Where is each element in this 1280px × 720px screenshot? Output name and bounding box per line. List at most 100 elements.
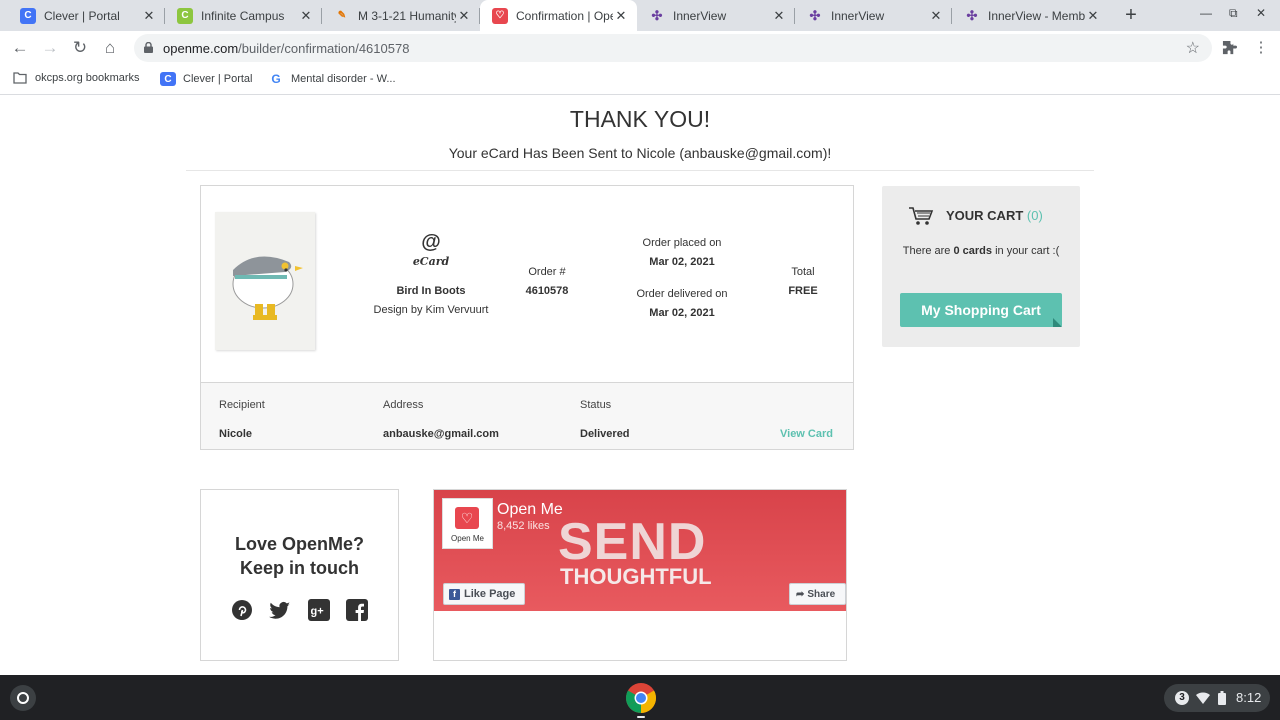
tab-innerview-2[interactable]: ✣ InnerView ✕: [795, 0, 952, 31]
card-type-label: eCard: [412, 255, 450, 268]
ecard-symbol: @: [421, 231, 441, 253]
tab-title: M 3-1-21 Humanity: [358, 8, 456, 23]
heart-icon: ♡: [455, 507, 479, 529]
tab-title: InnerView: [673, 8, 727, 23]
placed-label: Order placed on: [642, 237, 722, 249]
total-label: Total: [791, 266, 815, 278]
bookmark-mental-disorder[interactable]: G Mental disorder - W...: [268, 72, 396, 86]
twitter-icon[interactable]: [269, 599, 291, 621]
active-app-indicator: [637, 716, 645, 718]
launcher-button[interactable]: [10, 685, 36, 711]
sent-message: Your eCard Has Been Sent to Nicole (anba…: [448, 145, 832, 161]
page-content: THANK YOU! Your eCard Has Been Sent to N…: [0, 96, 1280, 675]
svg-text:g+: g+: [311, 606, 324, 618]
order-recipient-row: Recipient Address Status Nicole anbauske…: [201, 382, 853, 449]
close-icon[interactable]: ✕: [928, 8, 944, 24]
url-path: /builder/confirmation/4610578: [238, 41, 410, 56]
reload-icon[interactable]: ↻: [69, 37, 91, 59]
address-label: Address: [383, 399, 424, 411]
address-value: anbauske@gmail.com: [383, 428, 499, 440]
card-thumbnail[interactable]: [215, 212, 315, 350]
openme-logo[interactable]: ♡ Open Me: [442, 498, 493, 549]
close-icon[interactable]: ✕: [298, 8, 314, 24]
battery-icon: [1218, 691, 1226, 705]
placed-date: Mar 02, 2021: [649, 256, 715, 268]
innerview-icon: ✣: [651, 7, 663, 23]
close-icon[interactable]: ✕: [771, 8, 787, 24]
forward-icon[interactable]: →: [39, 37, 61, 59]
bird-illustration: [232, 256, 303, 320]
folder-icon: [13, 72, 27, 84]
share-button[interactable]: ➦ Share: [789, 583, 846, 605]
chrome-icon[interactable]: [625, 682, 657, 714]
social-title-line1: Love OpenMe?: [234, 534, 364, 554]
restore-icon[interactable]: ⧉: [1229, 6, 1238, 21]
cart-icon: [909, 207, 934, 225]
cart-title: YOUR CART (0): [946, 208, 1043, 223]
view-card-link[interactable]: View Card: [780, 428, 833, 440]
browser-toolbar: ← → ↻ ⌂ openme.com/builder/confirmation/…: [0, 31, 1280, 65]
tab-humanity[interactable]: ✎ M 3-1-21 Humanity ✕: [322, 0, 480, 31]
cart-text-pre: There are: [902, 245, 954, 257]
notification-badge: 3: [1175, 691, 1189, 705]
tab-innerview-1[interactable]: ✣ InnerView ✕: [637, 0, 795, 31]
bookmark-okcps[interactable]: okcps.org bookmarks: [13, 72, 140, 84]
social-box: Love OpenMe? Keep in touch g+: [200, 489, 399, 661]
tab-title: Confirmation | Ope: [516, 8, 613, 23]
bookmark-star-icon[interactable]: ☆: [1186, 38, 1200, 58]
new-tab-button[interactable]: +: [1120, 4, 1142, 26]
logo-text: Open Me: [451, 534, 484, 543]
order-summary: @ eCard Bird In Boots Design by Kim Verv…: [200, 185, 854, 450]
order-total: Total FREE: [767, 266, 839, 297]
close-icon[interactable]: ✕: [1085, 8, 1101, 24]
tab-innerview-members[interactable]: ✣ InnerView - Membe ✕: [952, 0, 1109, 31]
like-page-button[interactable]: f Like Page: [443, 583, 525, 605]
tab-clever[interactable]: C Clever | Portal ✕: [8, 0, 165, 31]
google-plus-icon[interactable]: g+: [308, 599, 330, 621]
total-value: FREE: [788, 285, 818, 297]
status-tray[interactable]: 3 8:12: [1164, 684, 1270, 712]
google-icon: G: [271, 72, 281, 86]
status-label: Status: [580, 399, 612, 411]
clever-icon: C: [20, 7, 36, 24]
facebook-icon[interactable]: [346, 599, 368, 621]
card-designer: Design by Kim Vervuurt: [373, 304, 489, 316]
home-icon[interactable]: ⌂: [99, 37, 121, 59]
minimize-icon[interactable]: —: [1200, 6, 1212, 20]
shopping-cart-button-label: My Shopping Cart: [921, 302, 1041, 318]
order-dates: Order placed on Mar 02, 2021 Order deliv…: [612, 237, 752, 319]
os-shelf: 3 8:12: [0, 675, 1280, 720]
facebook-page-name[interactable]: Open Me: [497, 501, 563, 519]
shopping-cart-button[interactable]: My Shopping Cart: [900, 293, 1062, 327]
facebook-widget: SEND THOUGHTFUL ♡ Open Me Open Me 8,452 …: [433, 489, 847, 661]
close-icon[interactable]: ✕: [613, 8, 629, 24]
card-name: Bird In Boots: [396, 285, 466, 297]
close-window-icon[interactable]: ✕: [1256, 6, 1266, 20]
url-text: openme.com/builder/confirmation/4610578: [163, 41, 409, 56]
close-icon[interactable]: ✕: [456, 8, 472, 24]
close-icon[interactable]: ✕: [141, 8, 157, 24]
cart-count: (0): [1026, 208, 1043, 223]
extensions-icon[interactable]: [1222, 40, 1237, 55]
delivered-label: Order delivered on: [636, 288, 728, 300]
infinite-campus-icon: C: [177, 7, 193, 24]
tab-infinite-campus[interactable]: C Infinite Campus ✕: [165, 0, 322, 31]
bookmark-label: okcps.org bookmarks: [35, 72, 140, 84]
bookmark-label: Clever | Portal: [183, 73, 253, 85]
social-title: Love OpenMe? Keep in touch: [201, 532, 398, 580]
pinterest-icon[interactable]: [231, 599, 253, 621]
address-bar[interactable]: openme.com/builder/confirmation/4610578 …: [134, 34, 1212, 62]
order-number-label: Order #: [528, 266, 566, 278]
bookmark-label: Mental disorder - W...: [291, 73, 396, 85]
card-type: @ eCard Bird In Boots Design by Kim Verv…: [361, 230, 501, 316]
order-number: Order # 4610578: [507, 266, 587, 297]
bookmark-clever[interactable]: C Clever | Portal: [160, 72, 253, 86]
cart-text-post: in your cart :(: [992, 245, 1060, 257]
doc-icon: ✎: [337, 10, 347, 21]
menu-icon[interactable]: ⋮: [1250, 37, 1272, 59]
innerview-icon: ✣: [966, 7, 978, 23]
tab-confirmation[interactable]: ♡ Confirmation | Ope ✕: [480, 0, 637, 31]
back-icon[interactable]: ←: [9, 37, 31, 59]
url-host: openme.com: [163, 41, 239, 56]
tab-strip: C Clever | Portal ✕ C Infinite Campus ✕ …: [0, 0, 1280, 31]
